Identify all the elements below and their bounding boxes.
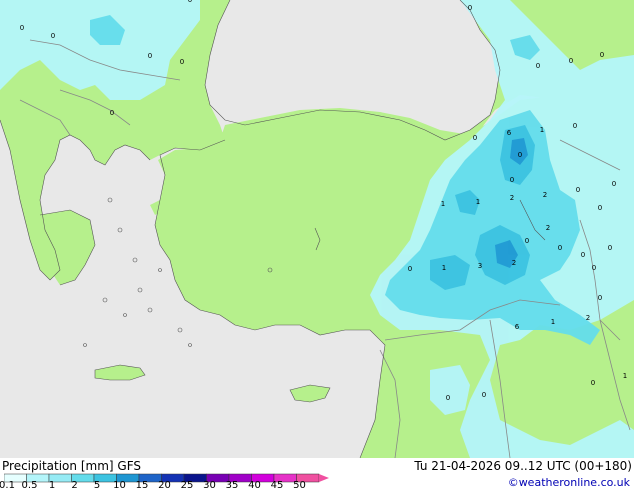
precip-value-label: 0	[598, 204, 602, 212]
precip-value-label: 0	[510, 176, 514, 184]
precip-value-label: 0	[408, 265, 412, 273]
precip-value-label: 0	[536, 62, 540, 70]
legend-tick-label: 15	[135, 480, 149, 491]
precip-value-label: 0	[180, 58, 184, 66]
precip-value-label: 0	[576, 186, 580, 194]
model-name: GFS	[117, 459, 141, 473]
credit-link[interactable]: ©weatheronline.co.uk	[508, 476, 630, 489]
legend-tick-label: 20	[158, 480, 171, 491]
precip-value-label: 0	[558, 244, 562, 252]
precip-value-label: 0	[20, 24, 24, 32]
precip-value-label: 6	[515, 323, 520, 331]
legend-tick-label: 25	[180, 480, 194, 491]
precip-value-label: 1	[441, 200, 445, 208]
precip-value-label: 0	[569, 57, 573, 65]
precip-value-label: 2	[543, 191, 547, 199]
legend-tick-label: 10	[113, 480, 126, 491]
precip-value-label: 0	[581, 251, 585, 259]
legend-tick-label: 35	[225, 480, 239, 491]
legend-arrow	[319, 474, 329, 482]
forecast-datetime: Tu 21-04-2026 09..12 UTC (00+180)	[414, 459, 632, 473]
precip-value-label: 0	[482, 391, 486, 399]
legend-tick-label: 30	[203, 480, 216, 491]
precip-value-label: 0	[592, 264, 596, 272]
legend-tick-label: 0.1	[0, 480, 15, 491]
legend-tick-label: 50	[293, 480, 306, 491]
precip-value-label: 0	[473, 134, 477, 142]
precip-value-label: 0	[446, 394, 450, 402]
precip-value-label: 1	[551, 318, 555, 326]
precip-value-label: 0	[598, 294, 602, 302]
map-title: Precipitation [mm]	[2, 459, 114, 473]
precip-value-label: 0	[188, 0, 192, 4]
precip-value-label: 0	[612, 180, 616, 188]
precip-value-label: 0	[468, 4, 472, 12]
legend-tick-label: 5	[93, 480, 101, 491]
precip-value-label: 1	[540, 126, 544, 134]
precip-value-label: 1	[476, 198, 480, 206]
precip-value-label: 1	[623, 372, 627, 380]
precip-value-label: 0	[518, 151, 522, 159]
precip-value-label: 0	[51, 32, 55, 40]
precip-value-label: 0	[573, 122, 577, 130]
legend-tick-label: 0.5	[21, 480, 38, 491]
legend-tick-label: 1	[48, 480, 56, 491]
precip-value-label: 6	[507, 129, 512, 137]
precip-value-label: 0	[148, 52, 152, 60]
precip-value-label: 0	[591, 379, 595, 387]
precip-value-label: 1	[442, 264, 446, 272]
precip-value-label: 2	[510, 194, 514, 202]
map-footer: Precipitation [mm] GFS Tu 21-04-2026 09.…	[0, 458, 634, 491]
precip-value-label: 0	[525, 237, 529, 245]
precip-value-label: 0	[600, 51, 604, 59]
precipitation-map: 0000000000000061011222000132612100000000…	[0, 0, 634, 459]
precip-value-label: 2	[546, 224, 550, 232]
legend-tick-label: 45	[270, 480, 284, 491]
legend-tick-label: 40	[248, 480, 261, 491]
precip-value-label: 0	[110, 109, 114, 117]
precip-value-label: 3	[478, 262, 482, 270]
precip-value-label: 0	[608, 244, 612, 252]
legend-tick-label: 2	[71, 480, 78, 491]
precip-value-label: 2	[512, 259, 516, 267]
precip-value-label: 2	[586, 314, 590, 322]
